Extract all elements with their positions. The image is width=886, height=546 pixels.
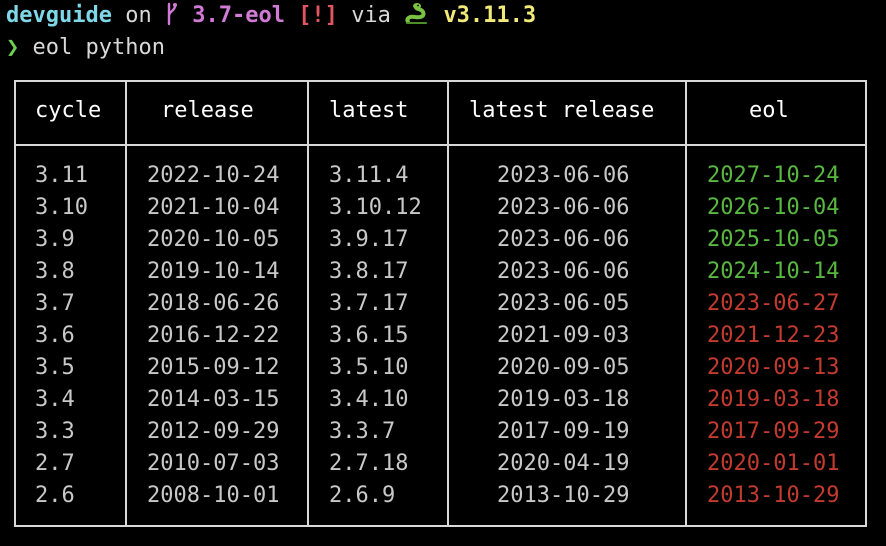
- cell-eol: 2020-01-01: [707, 451, 840, 476]
- cell-release: 2022-10-24: [147, 163, 280, 188]
- cell-eol: 2013-10-29: [707, 483, 840, 508]
- cell-cycle: 3.9: [35, 227, 75, 252]
- cell-latest-release: 2023-06-06: [497, 259, 630, 284]
- cell-latest-release: 2021-09-03: [497, 323, 630, 348]
- cell-latest-release: 2017-09-19: [497, 419, 630, 444]
- cell-latest: 3.9.17: [329, 227, 409, 252]
- header-eol: eol: [749, 98, 789, 123]
- header-latest: latest: [329, 98, 409, 123]
- cell-cycle: 3.5: [35, 355, 75, 380]
- table-row: 3.5 2015-09-12 3.5.10 2020-09-05 2020-09-13: [16, 352, 865, 384]
- cell-cycle: 3.4: [35, 387, 75, 412]
- cell-cycle: 3.7: [35, 291, 75, 316]
- command-line[interactable]: ❯ eol python: [6, 33, 165, 63]
- cell-cycle: 2.7: [35, 451, 75, 476]
- cell-release: 2016-12-22: [147, 323, 280, 348]
- table-row: 2.7 2010-07-03 2.7.18 2020-04-19 2020-01-01: [16, 448, 865, 480]
- cell-eol: 2024-10-14: [707, 259, 840, 284]
- cell-latest-release: 2020-09-05: [497, 355, 630, 380]
- cell-release: 2021-10-04: [147, 195, 280, 220]
- cell-eol: 2020-09-13: [707, 355, 840, 380]
- prompt-directory: devguide: [6, 3, 112, 28]
- cell-eol: 2025-10-05: [707, 227, 840, 252]
- table-row: 3.10 2021-10-04 3.10.12 2023-06-06 2026-10-0…: [16, 192, 865, 224]
- git-branch-icon: [165, 2, 179, 26]
- shell-prompt-line: devguide on 3.7-eol [!] via v3.11.3: [6, 1, 536, 31]
- cell-cycle: 3.3: [35, 419, 75, 444]
- cell-latest-release: 2023-06-05: [497, 291, 630, 316]
- cell-eol: 2017-09-29: [707, 419, 840, 444]
- cell-latest: 3.11.4: [329, 163, 409, 188]
- cell-latest: 3.10.12: [329, 195, 422, 220]
- header-divider: [16, 144, 865, 146]
- table-row: 3.6 2016-12-22 3.6.15 2021-09-03 2021-12-23: [16, 320, 865, 352]
- prompt-symbol: ❯: [6, 35, 20, 60]
- header-release: release: [161, 98, 254, 123]
- cell-release: 2014-03-15: [147, 387, 280, 412]
- command-text: eol python: [32, 35, 165, 60]
- table-row: 3.3 2012-09-29 3.3.7 2017-09-19 2017-09-29: [16, 416, 865, 448]
- table-body: 3.11 2022-10-24 3.11.4 2023-06-06 2027-10-24…: [16, 160, 865, 512]
- cell-latest: 3.5.10: [329, 355, 409, 380]
- prompt-git-status: [!]: [298, 3, 338, 28]
- terminal-window[interactable]: devguide on 3.7-eol [!] via v3.11.3 ❯ eo…: [0, 0, 886, 546]
- cell-release: 2019-10-14: [147, 259, 280, 284]
- cell-latest: 3.7.17: [329, 291, 409, 316]
- cell-release: 2020-10-05: [147, 227, 280, 252]
- cell-cycle: 2.6: [35, 483, 75, 508]
- cell-latest: 3.8.17: [329, 259, 409, 284]
- cell-eol: 2027-10-24: [707, 163, 840, 188]
- eol-table: cycle release latest latest release eol …: [14, 80, 867, 527]
- table-row: 3.11 2022-10-24 3.11.4 2023-06-06 2027-10-24: [16, 160, 865, 192]
- table-row: 2.6 2008-10-01 2.6.9 2013-10-29 2013-10-29: [16, 480, 865, 512]
- cell-latest: 2.7.18: [329, 451, 409, 476]
- cell-eol: 2021-12-23: [707, 323, 840, 348]
- prompt-python-version: v3.11.3: [443, 3, 537, 28]
- prompt-via-text: via: [351, 3, 391, 28]
- cell-latest-release: 2019-03-18: [497, 387, 630, 412]
- cell-release: 2008-10-01: [147, 483, 280, 508]
- cell-latest: 2.6.9: [329, 483, 396, 508]
- python-snake-icon: [404, 2, 430, 26]
- cell-cycle: 3.8: [35, 259, 75, 284]
- table-row: 3.8 2019-10-14 3.8.17 2023-06-06 2024-10-14: [16, 256, 865, 288]
- cell-latest: 3.6.15: [329, 323, 409, 348]
- cell-eol: 2023-06-27: [707, 291, 840, 316]
- table-row: 3.7 2018-06-26 3.7.17 2023-06-05 2023-06-27: [16, 288, 865, 320]
- cell-eol: 2019-03-18: [707, 387, 840, 412]
- cell-cycle: 3.11: [35, 163, 88, 188]
- cell-cycle: 3.10: [35, 195, 88, 220]
- cell-latest: 3.4.10: [329, 387, 409, 412]
- table-row: 3.4 2014-03-15 3.4.10 2019-03-18 2019-03-18: [16, 384, 865, 416]
- cell-eol: 2026-10-04: [707, 195, 840, 220]
- header-cycle: cycle: [35, 98, 102, 123]
- cell-latest-release: 2023-06-06: [497, 195, 630, 220]
- cell-latest-release: 2020-04-19: [497, 451, 630, 476]
- cell-latest-release: 2023-06-06: [497, 227, 630, 252]
- header-latest-release: latest release: [469, 98, 655, 123]
- cell-latest-release: 2013-10-29: [497, 483, 630, 508]
- cell-release: 2010-07-03: [147, 451, 280, 476]
- prompt-on-text: on: [125, 3, 152, 28]
- cell-release: 2018-06-26: [147, 291, 280, 316]
- table-row: 3.9 2020-10-05 3.9.17 2023-06-06 2025-10-05: [16, 224, 865, 256]
- cell-release: 2015-09-12: [147, 355, 280, 380]
- cell-release: 2012-09-29: [147, 419, 280, 444]
- prompt-branch: 3.7-eol: [192, 3, 285, 28]
- cell-latest: 3.3.7: [329, 419, 396, 444]
- cell-cycle: 3.6: [35, 323, 75, 348]
- cell-latest-release: 2023-06-06: [497, 163, 630, 188]
